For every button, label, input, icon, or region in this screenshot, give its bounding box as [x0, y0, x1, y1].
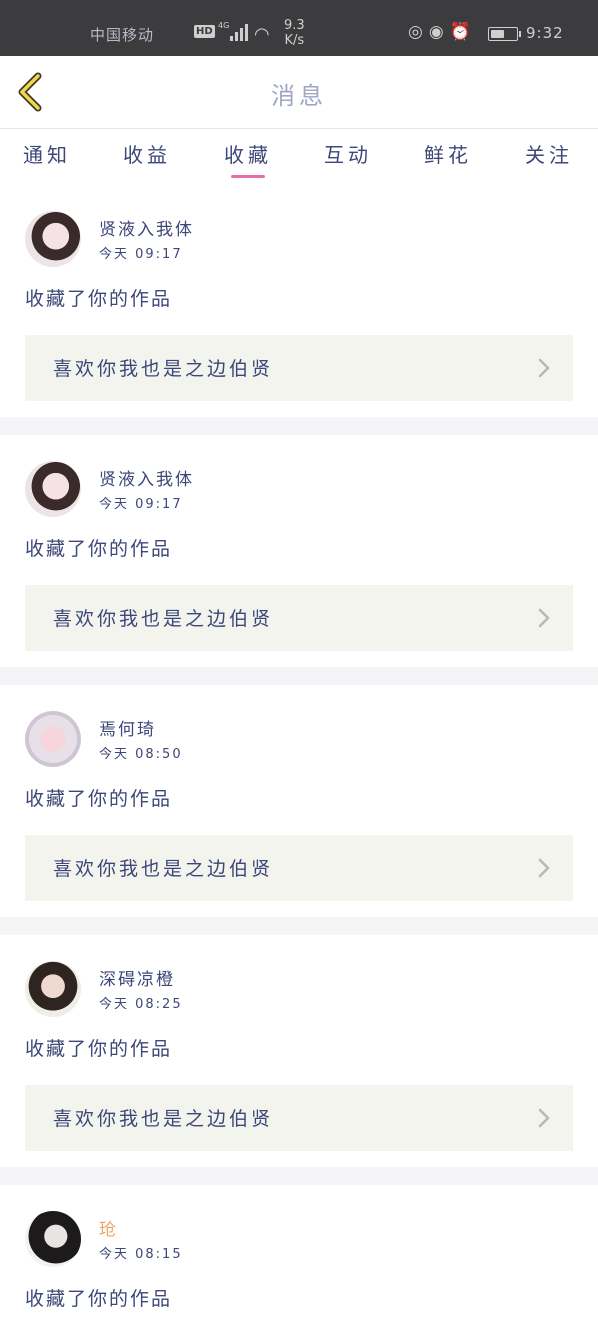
work-title: 喜欢你我也是之边伯贤: [53, 358, 274, 380]
tab-label: 互动: [324, 143, 372, 167]
work-link[interactable]: 喜欢你我也是之边伯贤: [25, 335, 573, 401]
timestamp: 今天 09:17: [99, 497, 183, 512]
username[interactable]: 贤液入我体: [99, 465, 194, 490]
timestamp: 今天 08:15: [99, 1247, 183, 1262]
tab-label: 通知: [23, 143, 71, 167]
action-text: 收藏了你的作品: [25, 1288, 173, 1310]
tab-bar: 通知 收益 收藏 互动 鲜花 关注: [0, 129, 598, 185]
message-card: 贤液入我体 今天 09:17 收藏了你的作品 喜欢你我也是之边伯贤: [0, 185, 598, 417]
timestamp: 今天 09:17: [99, 247, 183, 262]
tab-interactions[interactable]: 互动: [313, 139, 383, 168]
divider: [0, 417, 598, 435]
speed-value: 9.3: [284, 18, 305, 33]
work-link[interactable]: 喜欢你我也是之边伯贤: [25, 585, 573, 651]
eye-comfort-icon: ◉: [428, 22, 450, 42]
divider: [0, 667, 598, 685]
carrier-label: 中国移动: [90, 26, 155, 44]
nfc-icon: ◎: [408, 22, 429, 42]
work-link[interactable]: 喜欢你我也是之边伯贤: [25, 1085, 573, 1151]
divider: [0, 917, 598, 935]
username[interactable]: 贤液入我体: [99, 215, 194, 240]
action-text: 收藏了你的作品: [25, 538, 173, 560]
battery-level: [491, 30, 504, 38]
tab-following[interactable]: 关注: [514, 139, 584, 168]
svg-text:4G: 4G: [218, 21, 229, 30]
message-card: 深碍凉橙 今天 08:25 收藏了你的作品 喜欢你我也是之边伯贤: [0, 935, 598, 1167]
message-card: 焉何琦 今天 08:50 收藏了你的作品 喜欢你我也是之边伯贤: [0, 685, 598, 917]
timestamp: 今天 08:50: [99, 747, 183, 762]
active-tab-indicator: [231, 175, 265, 178]
tab-label: 鲜花: [424, 143, 472, 167]
username[interactable]: 玱: [99, 1215, 118, 1240]
work-title: 喜欢你我也是之边伯贤: [53, 1108, 274, 1130]
message-card: 贤液入我体 今天 09:17 收藏了你的作品 喜欢你我也是之边伯贤: [0, 435, 598, 667]
tab-favorites[interactable]: 收藏: [213, 139, 283, 178]
action-text: 收藏了你的作品: [25, 788, 173, 810]
alarm-icon: ⏰: [449, 22, 477, 42]
work-title: 喜欢你我也是之边伯贤: [53, 608, 274, 630]
status-icons: ◎◉⏰: [408, 22, 477, 42]
action-text: 收藏了你的作品: [25, 288, 173, 310]
tab-flowers[interactable]: 鲜花: [413, 139, 483, 168]
username[interactable]: 深碍凉橙: [99, 965, 175, 990]
avatar[interactable]: [25, 1211, 81, 1267]
action-text: 收藏了你的作品: [25, 1038, 173, 1060]
avatar[interactable]: [25, 711, 81, 767]
avatar[interactable]: [25, 461, 81, 517]
tab-label: 收益: [123, 143, 171, 167]
network-speed: 9.3 K/s: [284, 18, 305, 48]
signal-icon: 4G: [218, 21, 248, 41]
hd-badge: HD: [194, 25, 215, 38]
chevron-right-icon: [538, 358, 550, 378]
avatar[interactable]: [25, 961, 81, 1017]
speed-unit: K/s: [284, 33, 305, 48]
status-bar: 中国移动 HD 4G ◠ 9.3 K/s ◎◉⏰ 9:32: [0, 0, 598, 56]
tab-notifications[interactable]: 通知: [12, 139, 82, 168]
tab-earnings[interactable]: 收益: [112, 139, 182, 168]
header: 消息: [0, 56, 598, 129]
tab-label: 收藏: [224, 143, 272, 167]
chevron-right-icon: [538, 1108, 550, 1128]
page-title: 消息: [271, 82, 327, 110]
wifi-icon: ◠: [254, 24, 270, 45]
message-card: 玱 今天 08:15 收藏了你的作品: [0, 1185, 598, 1321]
chevron-right-icon: [538, 608, 550, 628]
divider: [0, 1167, 598, 1185]
clock: 9:32: [526, 24, 564, 42]
work-title: 喜欢你我也是之边伯贤: [53, 858, 274, 880]
battery-icon: [488, 27, 521, 41]
username[interactable]: 焉何琦: [99, 715, 156, 740]
timestamp: 今天 08:25: [99, 997, 183, 1012]
work-link[interactable]: 喜欢你我也是之边伯贤: [25, 835, 573, 901]
chevron-right-icon: [538, 858, 550, 878]
avatar[interactable]: [25, 211, 81, 267]
tab-label: 关注: [525, 143, 573, 167]
